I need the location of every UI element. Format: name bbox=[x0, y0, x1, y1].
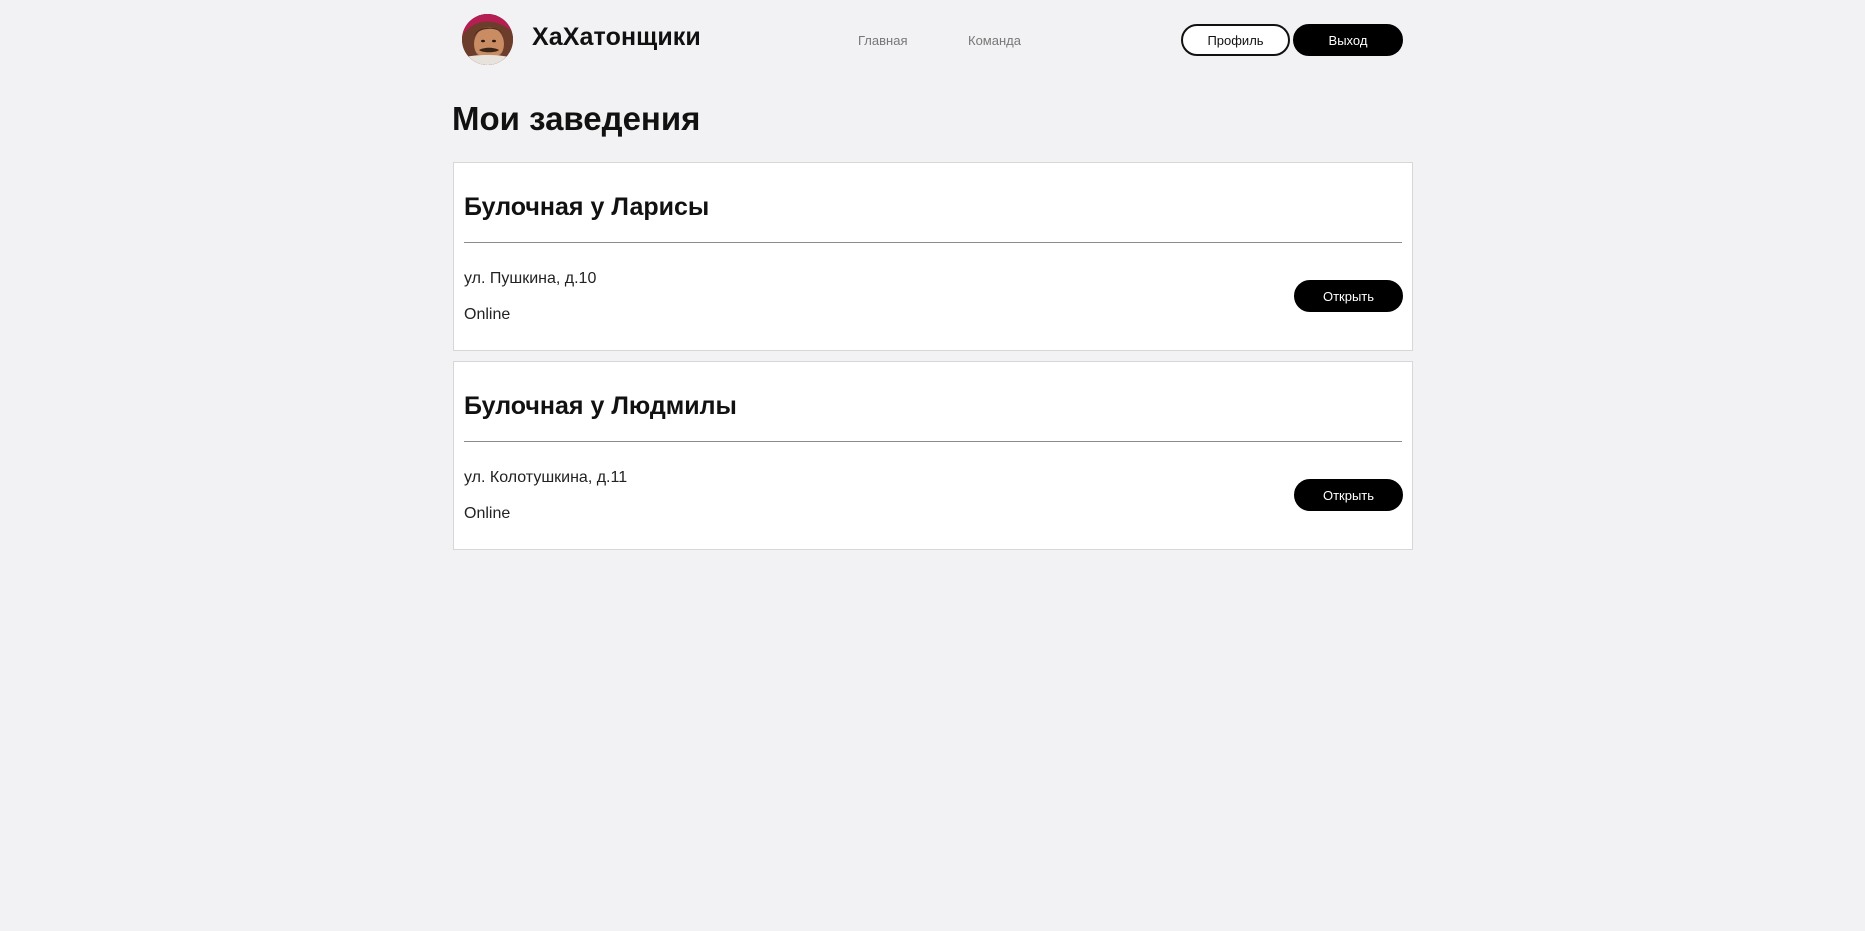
site-header: ХаХатонщики Главная Команда Профиль Выхо… bbox=[0, 0, 1865, 82]
page-title: Мои заведения bbox=[452, 100, 701, 137]
nav-link-home[interactable]: Главная bbox=[858, 33, 907, 48]
logout-button[interactable]: Выход bbox=[1293, 24, 1403, 56]
brand-name: ХаХатонщики bbox=[532, 23, 701, 51]
card-divider bbox=[464, 242, 1402, 243]
place-name: Булочная у Ларисы bbox=[464, 193, 710, 221]
nav-link-team[interactable]: Команда bbox=[968, 33, 1021, 48]
open-place-button[interactable]: Открыть bbox=[1294, 479, 1403, 511]
place-card: Булочная у Людмилы ул. Колотушкина, д.11… bbox=[453, 361, 1413, 550]
place-status: Online bbox=[464, 306, 511, 323]
avatar[interactable] bbox=[462, 14, 513, 65]
place-status: Online bbox=[464, 505, 511, 522]
card-divider bbox=[464, 441, 1402, 442]
team-avatar-photo-icon bbox=[462, 14, 513, 65]
profile-button[interactable]: Профиль bbox=[1181, 24, 1290, 56]
place-name: Булочная у Людмилы bbox=[464, 392, 737, 420]
place-address: ул. Пушкина, д.10 bbox=[464, 270, 597, 287]
place-address: ул. Колотушкина, д.11 bbox=[464, 469, 628, 486]
open-place-button[interactable]: Открыть bbox=[1294, 280, 1403, 312]
place-card: Булочная у Ларисы ул. Пушкина, д.10 Onli… bbox=[453, 162, 1413, 351]
